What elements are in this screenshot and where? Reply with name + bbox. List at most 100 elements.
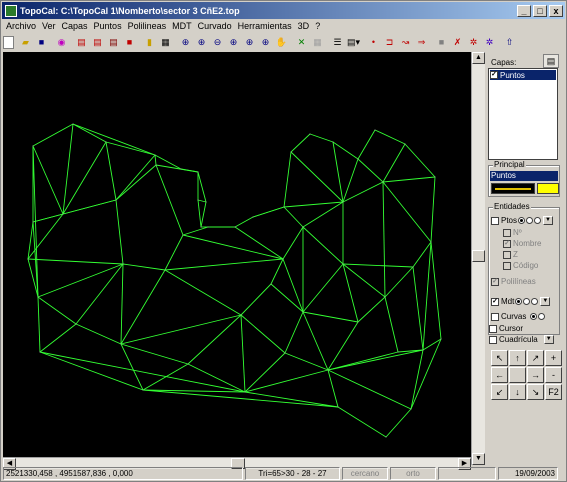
n-row[interactable]: Nº	[503, 228, 522, 237]
new-file-icon[interactable]	[3, 35, 14, 49]
menu-curvado[interactable]: Curvado	[195, 21, 235, 31]
curvas-radio-1[interactable]	[530, 313, 538, 320]
curvas-radio-2[interactable]	[538, 313, 546, 320]
pan-down-right-icon[interactable]: ↘	[527, 384, 544, 400]
layers-list[interactable]: ✓ Puntos	[488, 68, 558, 160]
menu-ver[interactable]: Ver	[39, 21, 59, 31]
nombre-checkbox[interactable]: ✓	[503, 239, 511, 248]
zoom-previous-icon[interactable]: ⊕	[242, 35, 257, 50]
delete-point-icon[interactable]: ⇒	[414, 35, 429, 50]
pan-right-icon[interactable]: →	[527, 367, 544, 383]
maximize-button[interactable]: □	[533, 4, 547, 17]
menu-puntos[interactable]: Puntos	[91, 21, 125, 31]
cuadricula-dropdown-icon[interactable]: ▼	[543, 335, 554, 344]
ptos-radio-3[interactable]	[534, 217, 542, 224]
notes-icon[interactable]: ▮	[142, 35, 157, 50]
export-icon[interactable]: ▤	[106, 35, 121, 50]
zoom-plus-button[interactable]: +	[545, 350, 562, 366]
zoom-extents-icon[interactable]: ⊕	[226, 35, 241, 50]
mdt-radio-1[interactable]	[515, 298, 523, 305]
curvas-row[interactable]: Curvas	[491, 312, 546, 321]
polilineas-row[interactable]: ✓ Polilíneas	[491, 277, 536, 286]
scroll-up-icon[interactable]: ▲	[472, 52, 485, 64]
layer-row-puntos[interactable]: ✓ Puntos	[490, 70, 556, 80]
menu-3d[interactable]: 3D	[295, 21, 313, 31]
layer-dropdown-icon[interactable]: ▤▾	[346, 35, 361, 50]
cuadricula-checkbox[interactable]	[489, 335, 497, 344]
open-folder-icon[interactable]: ▰	[18, 35, 33, 50]
mdt-dropdown-icon[interactable]: ▼	[540, 297, 551, 306]
codigo-checkbox[interactable]	[503, 261, 511, 270]
status-cercano[interactable]: cercano	[342, 467, 388, 480]
polilineas-checkbox[interactable]: ✓	[491, 277, 499, 286]
ptos-row[interactable]: Ptos ▼	[491, 216, 554, 225]
ptos-radio-1[interactable]	[518, 217, 526, 224]
cuadricula-row[interactable]: Cuadrícula ▼	[489, 335, 554, 344]
pan-down-left-icon[interactable]: ↙	[491, 384, 508, 400]
pan-center-button[interactable]	[509, 367, 526, 383]
drawing-canvas[interactable]	[3, 52, 471, 457]
menu-capas[interactable]: Capas	[59, 21, 91, 31]
pan-up-right-icon[interactable]: ↗	[527, 350, 544, 366]
nombre-row[interactable]: ✓ Nombre	[503, 239, 541, 248]
target-red-icon[interactable]: ✲	[466, 35, 481, 50]
menu-help[interactable]: ?	[312, 21, 323, 31]
gray-block-icon[interactable]: ■	[434, 35, 449, 50]
color-wheel-icon[interactable]: ◉	[54, 35, 69, 50]
mdt-radio-2[interactable]	[523, 298, 531, 305]
principal-layer-select[interactable]: Puntos	[490, 171, 558, 181]
cursor-row[interactable]: Cursor	[489, 324, 523, 333]
minimize-button[interactable]: _	[517, 4, 531, 17]
z-row[interactable]: Z	[503, 250, 518, 259]
target-blue-icon[interactable]: ✲	[482, 35, 497, 50]
move-point-icon[interactable]: ↝	[398, 35, 413, 50]
ptos-radio-2[interactable]	[526, 217, 534, 224]
ptos-checkbox[interactable]	[491, 216, 499, 225]
pan-up-left-icon[interactable]: ↖	[491, 350, 508, 366]
menu-mdt[interactable]: MDT	[169, 21, 195, 31]
menu-archivo[interactable]: Archivo	[3, 21, 39, 31]
calculator-icon[interactable]: ▦	[158, 35, 173, 50]
zoom-window-icon[interactable]: ⊕	[178, 35, 193, 50]
layers-icon[interactable]: ☰	[330, 35, 345, 50]
page-setup-icon[interactable]: ▤	[74, 35, 89, 50]
codigo-row[interactable]: Código	[503, 261, 538, 270]
z-checkbox[interactable]	[503, 250, 511, 259]
point-icon[interactable]: •	[366, 35, 381, 50]
polyline-icon[interactable]: ⊐	[382, 35, 397, 50]
cursor-checkbox[interactable]	[489, 324, 497, 333]
mdt-radio-3[interactable]	[531, 298, 539, 305]
layers-manager-icon[interactable]: ▤	[543, 54, 559, 68]
menu-herramientas[interactable]: Herramientas	[235, 21, 295, 31]
f2-button[interactable]: F2	[545, 384, 562, 400]
status-orto[interactable]: orto	[390, 467, 436, 480]
ptos-dropdown-icon[interactable]: ▼	[543, 216, 554, 225]
vertical-scroll-thumb[interactable]	[472, 250, 485, 262]
n-checkbox[interactable]	[503, 228, 511, 237]
triangulate-icon[interactable]: ✕	[294, 35, 309, 50]
line-style-swatch[interactable]	[491, 183, 535, 194]
cross-red-icon[interactable]: ✗	[450, 35, 465, 50]
curvas-checkbox[interactable]	[491, 312, 499, 321]
print-preview-icon[interactable]: ▤	[90, 35, 105, 50]
scroll-down-icon[interactable]: ▼	[472, 453, 485, 465]
pan-up-icon[interactable]: ↑	[509, 350, 526, 366]
zoom-in-icon[interactable]: ⊕	[194, 35, 209, 50]
zoom-out-icon[interactable]: ⊖	[210, 35, 225, 50]
mesh-edit-icon[interactable]: ▦	[310, 35, 325, 50]
pan-down-icon[interactable]: ↓	[509, 384, 526, 400]
zoom-all-icon[interactable]: ⊕	[258, 35, 273, 50]
menu-polilineas[interactable]: Polilineas	[125, 21, 170, 31]
save-icon[interactable]: ■	[34, 35, 49, 50]
record-icon[interactable]: ■	[122, 35, 137, 50]
mdt-checkbox[interactable]: ✓	[491, 297, 499, 306]
upload-icon[interactable]: ⇧	[502, 35, 517, 50]
zoom-minus-button[interactable]: -	[545, 367, 562, 383]
layer-visible-checkbox[interactable]: ✓	[490, 71, 498, 79]
close-button[interactable]: x	[549, 4, 563, 17]
pan-left-icon[interactable]: ←	[491, 367, 508, 383]
color-swatch-yellow[interactable]	[537, 183, 559, 194]
pan-hand-icon[interactable]: ✋	[274, 35, 289, 50]
vertical-scrollbar[interactable]: ▲ ▼	[471, 52, 485, 465]
mdt-row[interactable]: ✓ Mdt ▼	[491, 297, 551, 306]
